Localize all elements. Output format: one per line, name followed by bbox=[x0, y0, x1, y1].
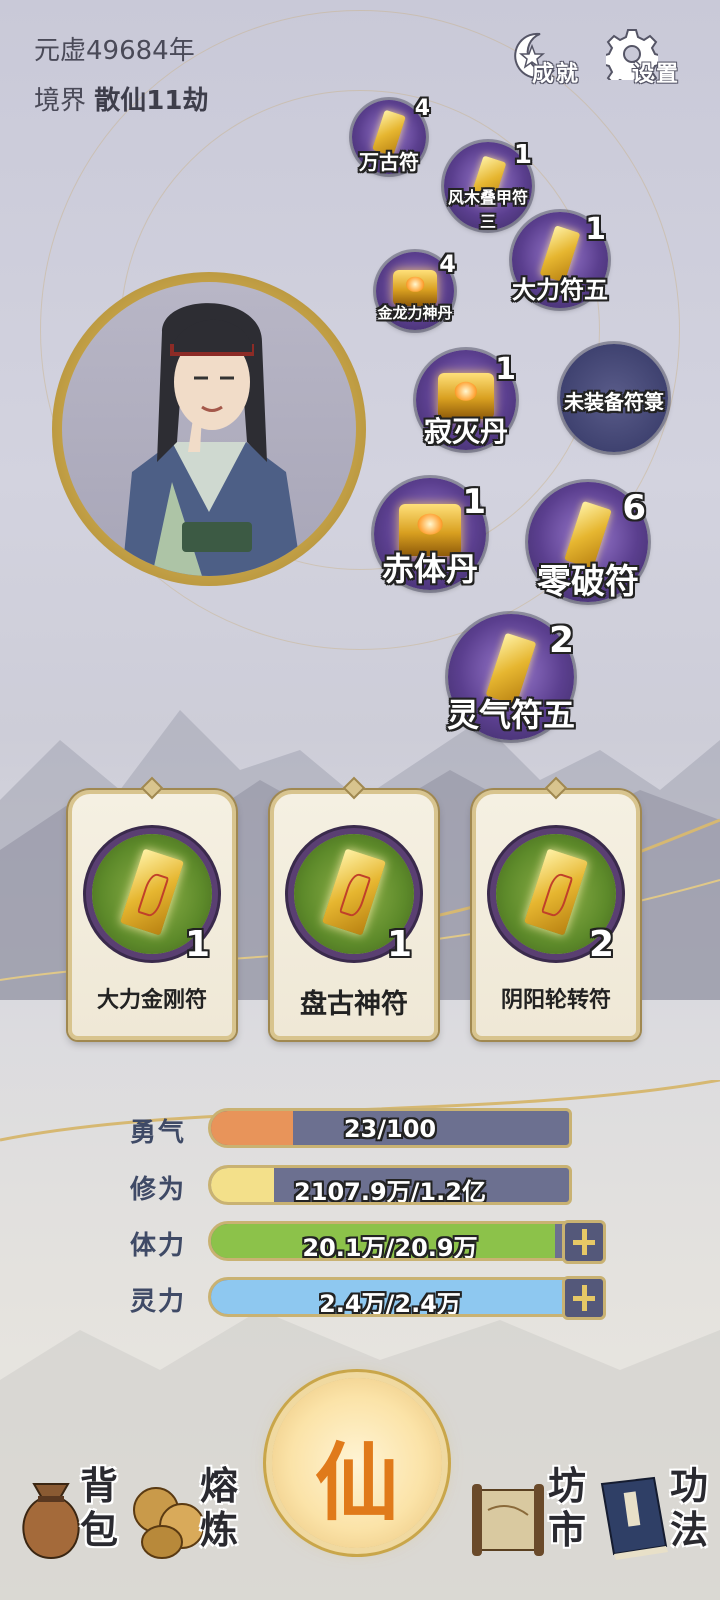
item-bubble-lingqi-talisman[interactable]: 2 灵气符五 bbox=[446, 614, 576, 740]
item-name: 大力符五 bbox=[512, 276, 608, 304]
item-count: 2 bbox=[548, 620, 574, 661]
spirit-bar: 2.4万/2.4万 bbox=[208, 1277, 572, 1317]
cultivation-value: 2107.9万/1.2亿 bbox=[294, 1178, 486, 1205]
item-count: 1 bbox=[495, 352, 516, 387]
item-bubble-wangu-talisman[interactable]: 4 万古符 bbox=[352, 96, 430, 174]
stat-label: 灵力 bbox=[130, 1287, 187, 1317]
item-count: 4 bbox=[439, 250, 456, 278]
item-name-line1: 风木叠甲符 bbox=[447, 188, 529, 207]
nav-market-label-2: 市 bbox=[548, 1508, 587, 1552]
realm-value: 散仙11劫 bbox=[94, 86, 209, 116]
item-count: 1 bbox=[585, 212, 606, 247]
item-bubble-jimie-pill[interactable]: 1 寂灭丹 bbox=[416, 350, 516, 450]
achievements-label: 成就 bbox=[532, 62, 581, 87]
stamina-value: 20.1万/20.9万 bbox=[302, 1234, 478, 1261]
item-count: 1 bbox=[513, 140, 532, 170]
item-bubble-empty-slot[interactable]: 未装备符箓 bbox=[560, 344, 668, 452]
item-bubble-jinlong-pill[interactable]: 4 金龙力神丹 bbox=[376, 250, 456, 330]
empty-slot-label: 未装备符箓 bbox=[564, 390, 664, 414]
nav-bag-label-1: 背 bbox=[80, 1464, 119, 1508]
item-name: 灵气符五 bbox=[446, 696, 576, 734]
nav-bag-label-2: 包 bbox=[80, 1508, 119, 1552]
settings-label: 设置 bbox=[632, 62, 681, 87]
spirit-value: 2.4万/2.4万 bbox=[319, 1290, 461, 1317]
equipped-talisman-card[interactable]: 1 大力金刚符 bbox=[68, 776, 236, 1040]
talisman-icon bbox=[321, 848, 387, 936]
character-figure bbox=[122, 303, 302, 576]
courage-value: 23/100 bbox=[343, 1115, 437, 1143]
era-text: 元虚49684年 bbox=[34, 36, 195, 66]
item-count: 1 bbox=[462, 482, 486, 522]
nav-market[interactable]: 坊 市 bbox=[468, 1460, 588, 1580]
cultivation-bar: 2107.9万/1.2亿 bbox=[208, 1165, 572, 1205]
courage-bar: 23/100 bbox=[208, 1108, 572, 1148]
stat-courage: 勇气 23/100 bbox=[130, 1108, 590, 1150]
item-count: 4 bbox=[414, 96, 430, 121]
bag-icon bbox=[22, 1483, 80, 1560]
book-icon bbox=[600, 1476, 668, 1560]
settings-button[interactable]: 设置 bbox=[606, 28, 696, 88]
item-name-line2: 三 bbox=[479, 212, 497, 231]
item-bubble-dali-talisman[interactable]: 1 大力符五 bbox=[512, 212, 608, 308]
nav-technique-label-1: 功 bbox=[670, 1464, 709, 1508]
item-bubble-chiti-pill[interactable]: 1 赤体丹 bbox=[374, 478, 486, 590]
card-name: 盘古神符 bbox=[300, 989, 408, 1020]
equipped-talisman-card[interactable]: 1 盘古神符 bbox=[270, 776, 438, 1040]
equipped-talisman-card[interactable]: 2 阴阳轮转符 bbox=[472, 776, 640, 1040]
item-count: 6 bbox=[622, 488, 646, 528]
nav-smelt-label-1: 熔 bbox=[200, 1464, 239, 1508]
stat-label: 修为 bbox=[130, 1175, 187, 1205]
character-image bbox=[62, 282, 356, 576]
item-name: 金龙力神丹 bbox=[377, 304, 453, 322]
item-bubble-lingpo-talisman[interactable]: 6 零破符 bbox=[528, 482, 648, 602]
item-name: 万古符 bbox=[359, 150, 419, 174]
talisman-icon bbox=[523, 848, 589, 936]
stat-cultivation: 修为 2107.9万/1.2亿 bbox=[130, 1165, 590, 1207]
nav-smelt[interactable]: 熔 炼 bbox=[132, 1460, 252, 1580]
stamina-bar: 20.1万/20.9万 bbox=[208, 1221, 572, 1261]
card-name: 大力金刚符 bbox=[96, 988, 207, 1013]
card-count: 2 bbox=[588, 924, 614, 965]
realm-line: 境界 散仙11劫 bbox=[34, 80, 208, 117]
item-bubble-fengmu-talisman[interactable]: 1 风木叠甲符 三 bbox=[444, 140, 532, 231]
spirit-plus-button[interactable] bbox=[562, 1276, 606, 1320]
card-name: 阴阳轮转符 bbox=[500, 988, 611, 1013]
card-count: 1 bbox=[386, 924, 412, 965]
stat-label: 体力 bbox=[130, 1231, 187, 1261]
item-name: 赤体丹 bbox=[381, 550, 479, 588]
character-portrait[interactable] bbox=[52, 272, 366, 586]
stat-spirit: 灵力 2.4万/2.4万 bbox=[130, 1276, 606, 1320]
nav-bag[interactable]: 背 包 bbox=[14, 1460, 134, 1580]
nav-smelt-label-2: 炼 bbox=[200, 1508, 239, 1552]
immortal-center-button[interactable]: 仙 bbox=[272, 1378, 442, 1548]
realm-label: 境界 bbox=[34, 86, 87, 116]
card-count: 1 bbox=[184, 924, 210, 965]
nav-technique[interactable]: 功 法 bbox=[596, 1460, 716, 1580]
pill-chest-icon bbox=[393, 269, 437, 306]
stat-label: 勇气 bbox=[130, 1118, 187, 1148]
nav-market-label-1: 坊 bbox=[548, 1464, 587, 1508]
coins-icon bbox=[133, 1487, 205, 1559]
stamina-plus-button[interactable] bbox=[562, 1220, 606, 1264]
immortal-glyph: 仙 bbox=[314, 1434, 399, 1532]
talisman-icon bbox=[119, 848, 185, 936]
item-name: 零破符 bbox=[537, 562, 639, 602]
nav-technique-label-2: 法 bbox=[670, 1508, 709, 1552]
scroll-map-icon bbox=[472, 1484, 544, 1556]
item-name: 寂灭丹 bbox=[423, 415, 509, 448]
stat-stamina: 体力 20.1万/20.9万 bbox=[130, 1220, 606, 1264]
achievements-button[interactable]: 成就 bbox=[510, 28, 600, 88]
